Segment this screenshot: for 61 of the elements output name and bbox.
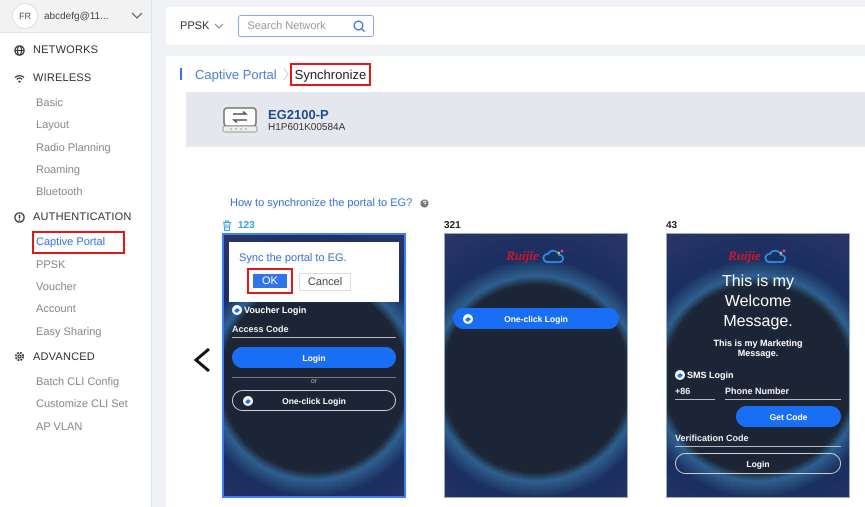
chevron-down-icon — [214, 23, 224, 29]
sidebar-item[interactable]: Radio Planning — [0, 136, 151, 159]
sidebar-section[interactable]: WIRELESS — [0, 64, 151, 92]
sidebar-item[interactable]: Layout — [0, 114, 151, 137]
sidebar-section[interactable]: NETWORKS — [0, 36, 151, 64]
sidebar-item[interactable]: Account — [0, 298, 151, 321]
cloud-icon — [764, 248, 788, 264]
account-name: abcdefg@11... — [44, 10, 110, 22]
search-field[interactable]: Search Network — [238, 15, 374, 37]
sidebar-item[interactable]: AP VLAN — [0, 416, 151, 438]
portal-name: 123 — [238, 220, 255, 231]
sidebar-item[interactable]: Roaming — [0, 158, 151, 182]
input-field: Verification Code — [675, 433, 841, 447]
sidebar-section[interactable]: AUTHENTICATION — [0, 203, 151, 232]
settings-icon — [14, 351, 25, 362]
sidebar-item[interactable]: Easy Sharing — [0, 320, 151, 343]
input-field: Access Code — [232, 324, 396, 338]
sidebar-item[interactable]: Bluetooth — [0, 181, 151, 204]
login-method-icon — [243, 396, 253, 406]
login-method-label: SMS Login — [687, 370, 734, 380]
welcome-message: This is my Welcome Message. — [721, 272, 795, 332]
help-link[interactable]: How to synchronize the portal to EG? — [230, 197, 412, 209]
wifi-icon — [14, 74, 25, 82]
sidebar-item[interactable]: Captive Portal — [32, 231, 125, 254]
portal-name: 321 — [444, 220, 461, 231]
device-serial: H1P601K00584A — [268, 122, 346, 132]
logo-text: Ruijie — [728, 248, 761, 264]
avatar: FR — [12, 3, 38, 29]
portal-name: 43 — [666, 220, 678, 231]
phone-number-field: Phone Number — [725, 386, 841, 400]
globe-icon — [14, 44, 25, 56]
cancel-button[interactable]: Cancel — [298, 272, 352, 290]
marketing-message: This is my Marketing Message. — [712, 338, 804, 358]
chevron-down-icon — [131, 12, 143, 20]
logo-text: Ruijie — [506, 248, 539, 264]
help-icon — [420, 198, 430, 208]
breadcrumb-item: Synchronize — [292, 64, 370, 84]
search-icon — [353, 20, 366, 33]
account-bar[interactable]: FR abcdefg@11... — [0, 0, 151, 33]
login-method-icon — [232, 305, 242, 315]
cloud-icon — [542, 248, 566, 264]
country-code-field: +86 — [675, 386, 715, 400]
sidebar-item[interactable]: Basic — [0, 92, 151, 114]
sidebar-item[interactable]: PPSK — [0, 254, 151, 276]
breadcrumb-item[interactable]: Captive Portal — [192, 64, 280, 84]
ok-button[interactable]: OK — [247, 268, 293, 294]
sidebar-item[interactable]: Customize CLI Set — [0, 393, 151, 416]
device-name: EG2100-P — [268, 106, 330, 122]
chevron-right-icon — [282, 67, 289, 81]
sidebar-item[interactable]: Batch CLI Config — [0, 370, 151, 394]
accent-bar — [180, 68, 182, 80]
confirm-message: Sync the portal to EG. — [239, 252, 348, 264]
trash-icon[interactable] — [222, 220, 232, 231]
gateway-icon — [222, 106, 258, 134]
login-method-icon — [675, 370, 685, 380]
alert-circle-icon — [14, 212, 25, 223]
network-dropdown[interactable]: PPSK — [180, 20, 224, 32]
login-method-label: Voucher Login — [244, 305, 306, 315]
sidebar-section[interactable]: ADVANCED — [0, 342, 151, 371]
sidebar-item[interactable]: Voucher — [0, 276, 151, 298]
login-method-icon — [463, 314, 473, 324]
